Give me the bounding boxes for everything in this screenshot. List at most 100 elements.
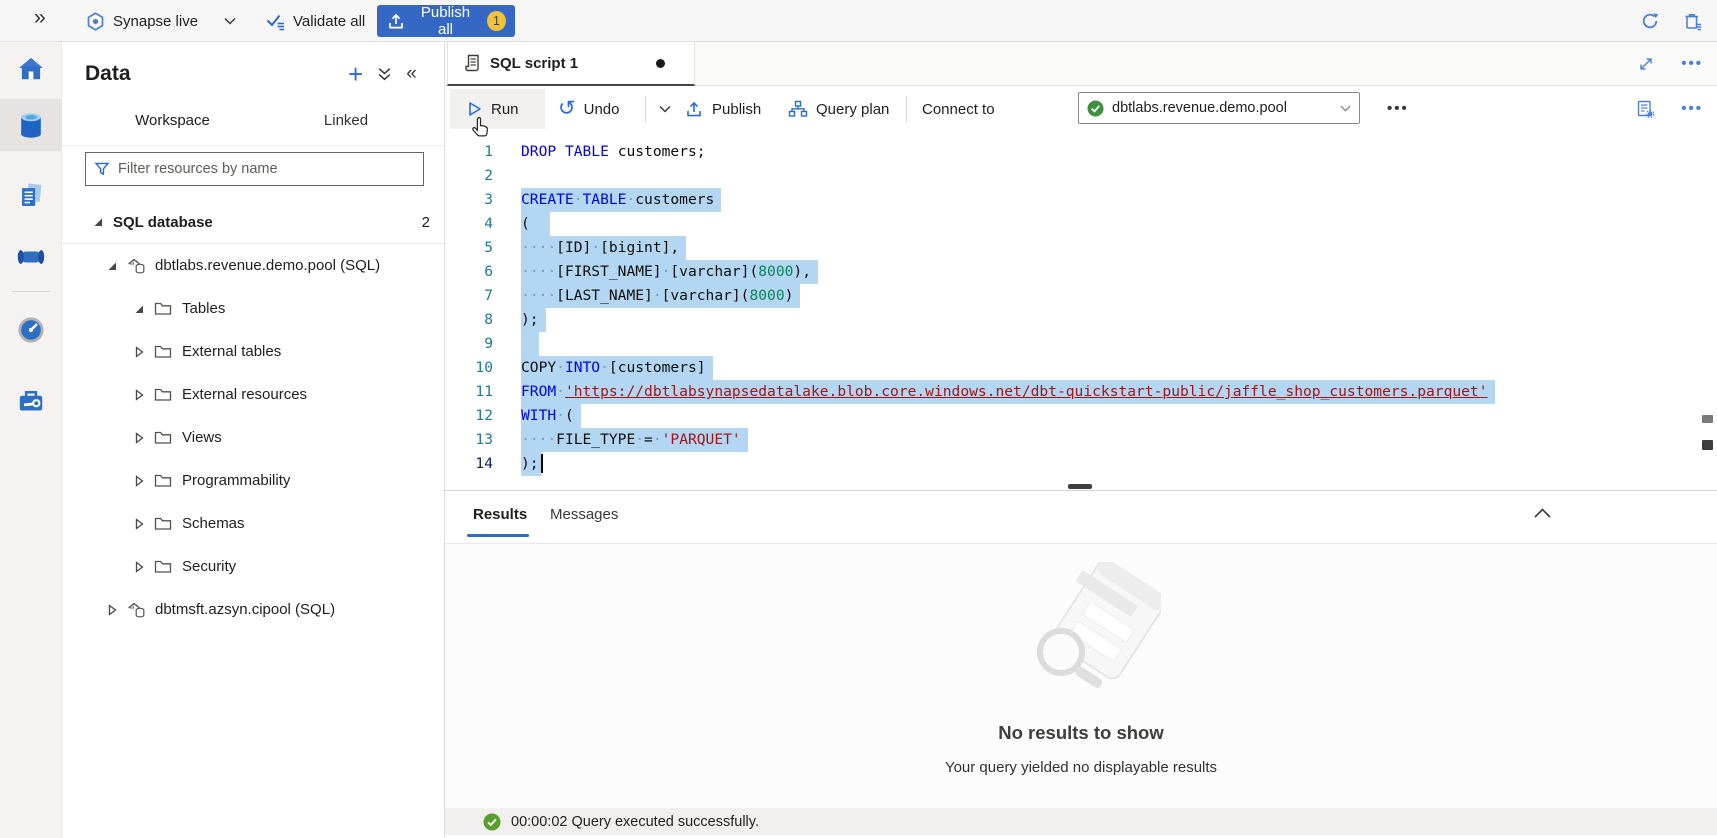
tree-item-label: Tables [182, 300, 225, 317]
query-plan-label: Query plan [816, 101, 889, 118]
overview-ruler-mark [1702, 440, 1713, 450]
code-line-1[interactable]: 1DROP TABLE customers; [445, 140, 1717, 164]
tree-item-views[interactable]: Views [62, 416, 444, 459]
tree-item-label: dbtmsft.azsyn.cipool (SQL) [155, 601, 335, 618]
rail-monitor-button[interactable] [0, 304, 62, 356]
add-resource-icon[interactable]: + [348, 64, 363, 84]
query-plan-button[interactable]: Query plan [788, 86, 889, 132]
rail-home-button[interactable] [0, 42, 62, 94]
tree-item-external-tables[interactable]: External tables [62, 330, 444, 373]
tree-item-label: Programmability [182, 472, 290, 489]
publish-all-label: Publish all [413, 4, 478, 38]
code-line-13[interactable]: 13····FILE_TYPE·=·'PARQUET' [445, 428, 1717, 452]
discard-all-icon[interactable] [1682, 11, 1703, 32]
validate-all-button[interactable]: Validate all [265, 0, 365, 42]
folder-icon [154, 430, 174, 445]
code-line-12[interactable]: 12WITH·( [445, 404, 1717, 428]
filter-input[interactable] [118, 161, 415, 177]
tab-more-actions-icon[interactable]: ••• [1681, 59, 1703, 69]
tree-item-tables[interactable]: Tables [62, 287, 444, 330]
sql-editor[interactable]: 1DROP TABLE customers;23CREATE·TABLE·cus… [445, 132, 1717, 490]
tab-messages[interactable]: Messages [550, 506, 618, 523]
collapsed-twisty-icon[interactable] [133, 561, 145, 573]
resource-tree: SQL database2dbtlabs.revenue.demo.pool (… [62, 201, 444, 631]
mode-selector[interactable]: Synapse live [86, 0, 236, 42]
tree-item-label: External resources [182, 386, 307, 403]
rail-manage-button[interactable] [0, 374, 62, 426]
line-number: 11 [445, 380, 493, 404]
code-line-4[interactable]: 4( [445, 212, 1717, 236]
collapsed-twisty-icon[interactable] [133, 475, 145, 487]
publish-all-button[interactable]: Publish all 1 [377, 5, 515, 37]
tree-item-label: SQL database [113, 214, 213, 231]
collapsed-twisty-icon[interactable] [106, 604, 118, 616]
expanded-twisty-icon[interactable] [133, 303, 145, 315]
no-results-illustration [1011, 562, 1161, 712]
collapsed-twisty-icon[interactable] [133, 518, 145, 530]
document-tab-title: SQL script 1 [490, 55, 578, 72]
toolbar-overflow-icon[interactable]: ••• [1681, 104, 1703, 114]
tree-item-programmability[interactable]: Programmability [62, 459, 444, 502]
properties-icon[interactable] [1636, 99, 1655, 119]
line-number: 4 [445, 212, 493, 236]
code-line-2[interactable]: 2 [445, 164, 1717, 188]
main-area: SQL script 1 ••• Run ↺ Undo [445, 42, 1717, 838]
expand-editor-icon[interactable] [1637, 55, 1655, 73]
query-status-bar: 00:00:02 Query executed successfully. [445, 808, 1717, 835]
rail-integrate-button[interactable] [0, 231, 62, 283]
selected-pool-name: dbtlabs.revenue.demo.pool [1112, 100, 1332, 116]
toolbar-more-actions-icon[interactable]: ••• [1387, 104, 1409, 114]
collapsed-twisty-icon[interactable] [133, 346, 145, 358]
develop-icon [18, 181, 44, 209]
code-line-5[interactable]: 5····[ID]·[bigint], [445, 236, 1717, 260]
line-number: 2 [445, 164, 493, 188]
panel-tabs: Workspace Linked [62, 112, 444, 146]
connect-pool-dropdown[interactable]: dbtlabs.revenue.demo.pool [1078, 92, 1360, 124]
undo-button[interactable]: ↺ Undo [558, 86, 619, 132]
query-plan-icon [788, 100, 808, 118]
collapse-results-icon[interactable] [1533, 507, 1552, 519]
splitter-handle[interactable] [1068, 484, 1092, 489]
tab-workspace[interactable]: Workspace [125, 112, 220, 129]
code-line-14[interactable]: 14); [445, 452, 1717, 476]
tree-item-schemas[interactable]: Schemas [62, 502, 444, 545]
collapsed-twisty-icon[interactable] [133, 389, 145, 401]
tree-item-label: External tables [182, 343, 281, 360]
expanded-twisty-icon[interactable] [106, 260, 118, 272]
code-line-6[interactable]: 6····[FIRST_NAME]·[varchar](8000), [445, 260, 1717, 284]
expand-nav-icon[interactable]: » [34, 6, 46, 30]
tree-item-external-resources[interactable]: External resources [62, 373, 444, 416]
validate-all-label: Validate all [293, 13, 365, 30]
rail-data-button[interactable] [0, 99, 62, 151]
tab-results[interactable]: Results [473, 506, 527, 523]
tree-item-dbtlabs-revenue-demo-pool-sql-[interactable]: dbtlabs.revenue.demo.pool (SQL) [62, 244, 444, 287]
undo-dropdown-chevron[interactable] [659, 86, 671, 132]
collapse-all-icon[interactable] [377, 66, 392, 82]
expanded-twisty-icon[interactable] [92, 216, 104, 228]
editor-toolbar: Run ↺ Undo Publish Query plan [445, 86, 1717, 132]
line-number: 14 [445, 452, 493, 476]
tree-item-dbtmsft-azsyn-cipool-sql-[interactable]: dbtmsft.azsyn.cipool (SQL) [62, 588, 444, 631]
publish-button[interactable]: Publish [684, 86, 761, 132]
tree-item-label: Security [182, 558, 236, 575]
code-line-10[interactable]: 10COPY·INTO·[customers] [445, 356, 1717, 380]
code-line-8[interactable]: 8); [445, 308, 1717, 332]
rail-develop-button[interactable] [0, 169, 62, 221]
code-line-9[interactable]: 9 [445, 332, 1717, 356]
collapsed-twisty-icon[interactable] [133, 432, 145, 444]
code-line-3[interactable]: 3CREATE·TABLE·customers [445, 188, 1717, 212]
tab-sql-script-1[interactable]: SQL script 1 [447, 42, 695, 86]
monitor-icon [17, 316, 45, 344]
tab-linked[interactable]: Linked [322, 112, 370, 129]
line-number: 6 [445, 260, 493, 284]
tree-item-security[interactable]: Security [62, 545, 444, 588]
manage-icon [17, 387, 45, 413]
code-line-11[interactable]: 11FROM·'https://dbtlabsynapsedatalake.bl… [445, 380, 1717, 404]
sql-script-icon [463, 53, 481, 73]
code-line-7[interactable]: 7····[LAST_NAME]·[varchar](8000) [445, 284, 1717, 308]
validate-icon [265, 12, 286, 31]
collapse-panel-icon[interactable]: « [406, 67, 417, 81]
refresh-icon[interactable] [1640, 11, 1660, 31]
tree-item-sql-database[interactable]: SQL database2 [62, 201, 444, 244]
line-number: 5 [445, 236, 493, 260]
